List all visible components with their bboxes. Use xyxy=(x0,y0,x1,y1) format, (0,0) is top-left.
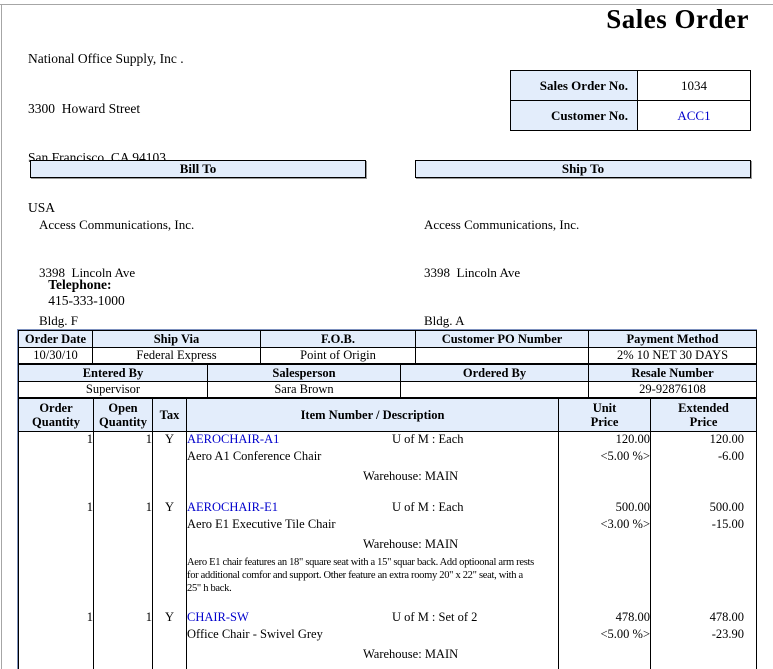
warehouse-text: Warehouse: MAIN xyxy=(363,647,558,664)
customer-po-header: Customer PO Number xyxy=(416,331,589,348)
extended-discount: -6.00 xyxy=(651,449,744,466)
unit-discount: <5.00 %> xyxy=(559,449,650,466)
resale-number-value: 29-92876108 xyxy=(589,382,757,398)
line-item-row: 1 1 Y AEROCHAIR-E1 U of M : Each Aero E1… xyxy=(19,500,757,610)
item-long-description: Aero E1 chair features an 18" square sea… xyxy=(187,556,539,595)
bill-to-line: Bldg. F xyxy=(39,313,366,329)
unit-price-header: UnitPrice xyxy=(559,399,651,432)
item-description-text: Aero E1 Executive Tile Chair xyxy=(187,517,558,534)
ship-to-line: Bldg. A xyxy=(424,313,751,329)
order-qty-cell: 1 xyxy=(19,500,94,610)
table-row: 10/30/10 Federal Express Point of Origin… xyxy=(19,348,757,364)
item-number-link[interactable]: AEROCHAIR-A1 xyxy=(187,432,279,446)
order-date-value: 10/30/10 xyxy=(19,348,93,364)
tax-cell: Y xyxy=(153,500,187,610)
bill-to-header: Bill To xyxy=(30,160,366,178)
table-row: Sales Order No. 1034 xyxy=(511,71,751,101)
table-row: Order Date Ship Via F.O.B. Customer PO N… xyxy=(19,331,757,348)
extended-price-cell: 500.00 -15.00 xyxy=(651,500,757,610)
payment-method-value: 2% 10 NET 30 DAYS xyxy=(589,348,757,364)
sales-order-no-label: Sales Order No. xyxy=(511,71,638,101)
unit-discount: <5.00 %> xyxy=(559,627,650,644)
ship-to-line: 3398 Lincoln Ave xyxy=(424,265,751,281)
uom-text: U of M : Each xyxy=(392,500,464,515)
open-qty-cell: 1 xyxy=(94,610,153,669)
entered-by-value: Supervisor xyxy=(19,382,208,398)
sales-order-document: National Office Supply, Inc . 3300 Howar… xyxy=(0,0,773,669)
item-description-text: Office Chair - Swivel Grey xyxy=(187,627,558,644)
extended-price-cell: 120.00 -6.00 xyxy=(651,432,757,500)
order-date-header: Order Date xyxy=(19,331,93,348)
order-quantity-header: OrderQuantity xyxy=(19,399,94,432)
tax-cell: Y xyxy=(153,610,187,669)
description-cell: AEROCHAIR-A1 U of M : Each Aero A1 Confe… xyxy=(187,432,559,500)
line-item-row: 1 1 Y AEROCHAIR-A1 U of M : Each Aero A1… xyxy=(19,432,757,500)
entry-info-table: Entered By Salesperson Ordered By Resale… xyxy=(18,364,757,398)
page-title: Sales Order xyxy=(606,4,749,35)
bill-to-line: Access Communications, Inc. xyxy=(39,217,366,233)
open-qty-cell: 1 xyxy=(94,432,153,500)
table-row: Customer No. ACC1 xyxy=(511,101,751,131)
line-item-row: 1 1 Y CHAIR-SW U of M : Set of 2 Office … xyxy=(19,610,757,669)
warehouse-text: Warehouse: MAIN xyxy=(363,537,558,554)
unit-price-cell: 478.00 <5.00 %> xyxy=(559,610,651,669)
order-qty-cell: 1 xyxy=(19,610,94,669)
customer-po-value xyxy=(416,348,589,364)
ship-to-header: Ship To xyxy=(415,160,751,178)
customer-no-link[interactable]: ACC1 xyxy=(677,108,710,123)
page-left-rule xyxy=(1,4,2,669)
fob-header: F.O.B. xyxy=(261,331,416,348)
ordered-by-value xyxy=(401,382,589,398)
item-description-header: Item Number / Description xyxy=(187,399,559,432)
ship-to-line: Access Communications, Inc. xyxy=(424,217,751,233)
line-items-table: OrderQuantity OpenQuantity Tax Item Numb… xyxy=(18,398,757,669)
sales-order-no-value: 1034 xyxy=(638,71,751,101)
description-cell: AEROCHAIR-E1 U of M : Each Aero E1 Execu… xyxy=(187,500,559,610)
table-row: Entered By Salesperson Ordered By Resale… xyxy=(19,365,757,382)
item-number-link[interactable]: CHAIR-SW xyxy=(187,610,249,624)
extended-price-header: ExtendedPrice xyxy=(651,399,757,432)
ship-via-header: Ship Via xyxy=(93,331,261,348)
seller-name: National Office Supply, Inc . xyxy=(28,51,184,68)
extended-discount: -23.90 xyxy=(651,627,744,644)
order-qty-cell: 1 xyxy=(19,432,94,500)
fob-value: Point of Origin xyxy=(261,348,416,364)
table-row: Supervisor Sara Brown 29-92876108 xyxy=(19,382,757,398)
item-number-link[interactable]: AEROCHAIR-E1 xyxy=(187,500,278,514)
warehouse-text: Warehouse: MAIN xyxy=(363,469,558,486)
ship-via-value: Federal Express xyxy=(93,348,261,364)
table-row: OrderQuantity OpenQuantity Tax Item Numb… xyxy=(19,399,757,432)
tax-header: Tax xyxy=(153,399,187,432)
open-quantity-header: OpenQuantity xyxy=(94,399,153,432)
ordered-by-header: Ordered By xyxy=(401,365,589,382)
extended-discount: -15.00 xyxy=(651,517,744,534)
shipping-info-table: Order Date Ship Via F.O.B. Customer PO N… xyxy=(18,330,757,364)
open-qty-cell: 1 xyxy=(94,500,153,610)
salesperson-header: Salesperson xyxy=(208,365,401,382)
uom-text: U of M : Each xyxy=(392,432,464,447)
tax-cell: Y xyxy=(153,432,187,500)
payment-method-header: Payment Method xyxy=(589,331,757,348)
resale-number-header: Resale Number xyxy=(589,365,757,382)
entered-by-header: Entered By xyxy=(19,365,208,382)
description-cell: CHAIR-SW U of M : Set of 2 Office Chair … xyxy=(187,610,559,669)
unit-price-cell: 120.00 <5.00 %> xyxy=(559,432,651,500)
unit-price-cell: 500.00 <3.00 %> xyxy=(559,500,651,610)
customer-no-label: Customer No. xyxy=(511,101,638,131)
bill-to-line: 3398 Lincoln Ave xyxy=(39,265,366,281)
item-description-text: Aero A1 Conference Chair xyxy=(187,449,558,466)
unit-discount: <3.00 %> xyxy=(559,517,650,534)
order-number-box: Sales Order No. 1034 Customer No. ACC1 xyxy=(510,70,751,131)
uom-text: U of M : Set of 2 xyxy=(392,610,477,625)
salesperson-value: Sara Brown xyxy=(208,382,401,398)
extended-price-cell: 478.00 -23.90 xyxy=(651,610,757,669)
seller-address-line: 3300 Howard Street xyxy=(28,101,184,118)
order-detail-area: Order Date Ship Via F.O.B. Customer PO N… xyxy=(18,330,756,669)
